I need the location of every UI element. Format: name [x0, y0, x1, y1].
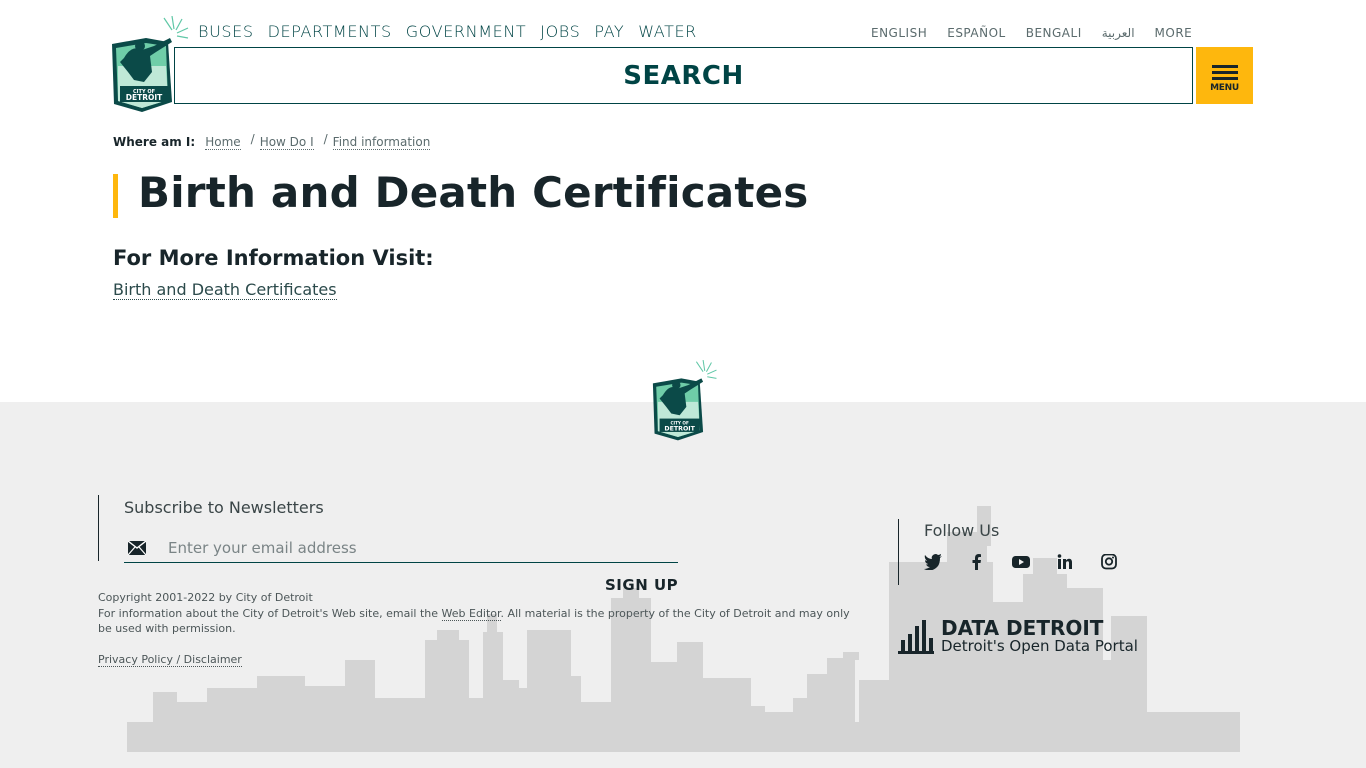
- breadcrumb-find-information[interactable]: Find information: [332, 135, 431, 150]
- lang-arabic[interactable]: العربية: [1102, 26, 1135, 40]
- follow-us-title: Follow Us: [924, 521, 1000, 540]
- lang-more[interactable]: MORE: [1155, 26, 1193, 40]
- breadcrumb: Where am I: Home / How Do I / Find infor…: [113, 132, 431, 150]
- more-info-heading: For More Information Visit:: [113, 246, 434, 270]
- footer: [0, 402, 1366, 768]
- svg-text:DETROIT: DETROIT: [664, 425, 695, 432]
- divider: [898, 519, 899, 585]
- nav-jobs[interactable]: JOBS: [540, 22, 580, 41]
- legal-text: Copyright 2001-2022 by City of Detroit F…: [98, 590, 858, 637]
- breadcrumb-separator: /: [323, 132, 328, 146]
- newsletter-title: Subscribe to Newsletters: [124, 498, 324, 517]
- nav-departments[interactable]: DEPARTMENTS: [268, 22, 392, 41]
- web-editor-link[interactable]: Web Editor: [441, 606, 501, 621]
- language-selector: ENGLISH ESPAÑOL BENGALI العربية MORE: [871, 26, 1192, 40]
- footer-city-logo: CITY OF DETROIT: [652, 360, 717, 441]
- certificates-link[interactable]: Birth and Death Certificates: [113, 280, 337, 300]
- email-field-wrapper: [124, 533, 678, 563]
- envelope-icon: [128, 540, 146, 555]
- instagram-icon[interactable]: [1100, 553, 1144, 571]
- data-detroit-title: DATA DETROIT: [941, 616, 1104, 640]
- bar-chart-icon: [898, 620, 934, 654]
- page-title: Birth and Death Certificates: [138, 168, 809, 217]
- breadcrumb-how-do-i[interactable]: How Do I: [259, 135, 314, 150]
- data-detroit-text: DATA DETROIT Detroit's Open Data Portal: [941, 618, 1138, 655]
- menu-button[interactable]: MENU: [1196, 47, 1253, 104]
- search-label: SEARCH: [623, 60, 744, 91]
- facebook-icon[interactable]: [968, 553, 1012, 571]
- search-box[interactable]: SEARCH: [174, 47, 1193, 104]
- web-info-text: For information about the City of Detroi…: [98, 606, 858, 637]
- lang-bengali[interactable]: BENGALI: [1026, 26, 1082, 40]
- privacy-policy-link[interactable]: Privacy Policy / Disclaimer: [98, 653, 242, 667]
- svg-text:DETROIT: DETROIT: [126, 93, 163, 102]
- lang-english[interactable]: ENGLISH: [871, 26, 927, 40]
- copyright-text: Copyright 2001-2022 by City of Detroit: [98, 591, 313, 604]
- email-input[interactable]: [168, 538, 648, 557]
- breadcrumb-separator: /: [250, 132, 255, 146]
- data-detroit-subtitle: Detroit's Open Data Portal: [941, 637, 1138, 655]
- lang-espanol[interactable]: ESPAÑOL: [947, 26, 1005, 40]
- breadcrumb-lead: Where am I:: [113, 135, 196, 149]
- nav-government[interactable]: GOVERNMENT: [406, 22, 527, 41]
- twitter-icon[interactable]: [924, 553, 968, 571]
- social-links: [924, 553, 1144, 571]
- linkedin-icon[interactable]: [1056, 553, 1100, 571]
- data-detroit-link[interactable]: DATA DETROIT Detroit's Open Data Portal: [898, 618, 1138, 655]
- nav-buses[interactable]: BUSES: [198, 22, 254, 41]
- divider: [98, 495, 99, 561]
- hamburger-icon: [1211, 64, 1238, 80]
- youtube-icon[interactable]: [1012, 553, 1056, 571]
- menu-label: MENU: [1210, 82, 1239, 93]
- nav-water[interactable]: WATER: [638, 22, 697, 41]
- breadcrumb-home[interactable]: Home: [205, 135, 241, 150]
- web-info-prefix: For information about the City of Detroi…: [98, 606, 442, 620]
- top-nav: BUSES DEPARTMENTS GOVERNMENT JOBS PAY WA…: [198, 22, 697, 41]
- nav-pay[interactable]: PAY: [594, 22, 624, 41]
- title-accent-bar: [113, 174, 118, 218]
